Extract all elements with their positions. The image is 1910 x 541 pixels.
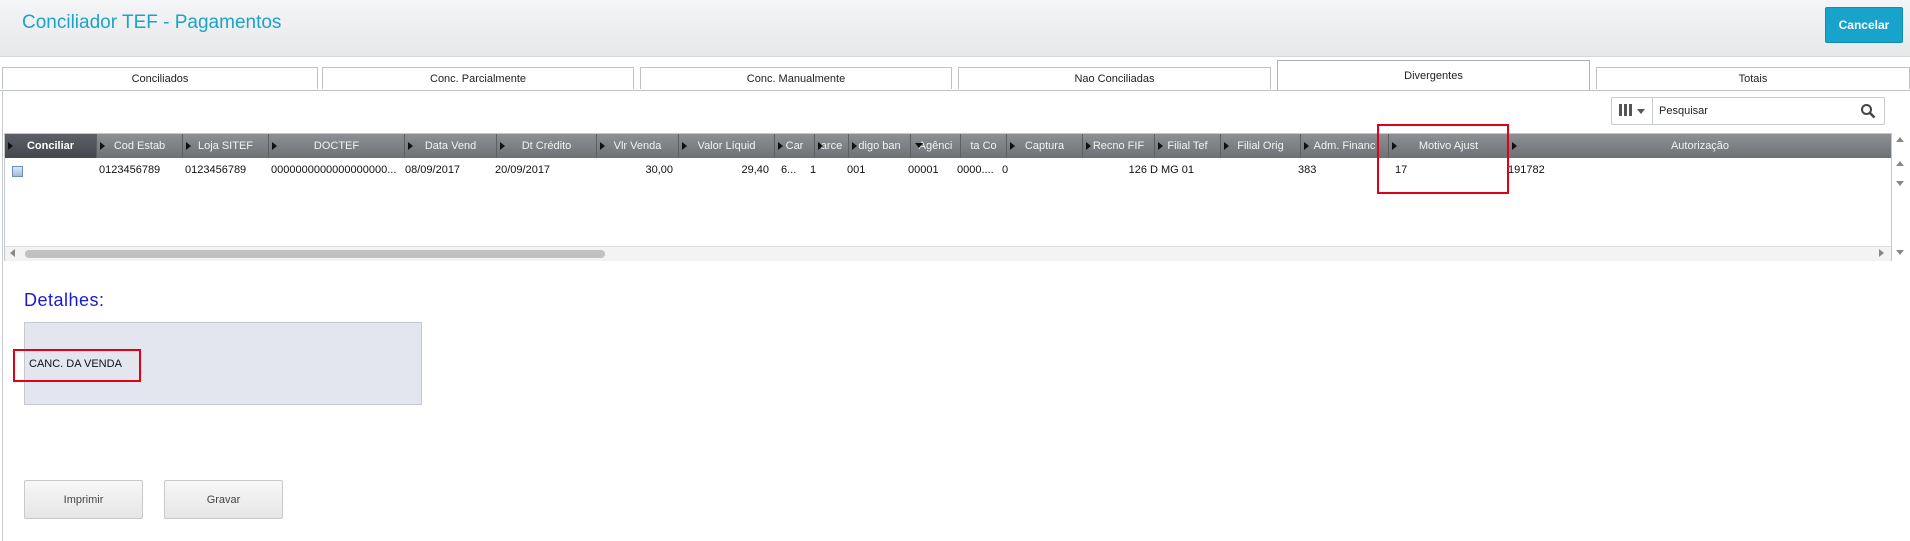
- column-header-filial-orig[interactable]: Filial Orig: [1221, 134, 1301, 158]
- column-menu-icon: [8, 142, 13, 150]
- column-menu-icon: [500, 142, 505, 150]
- scroll-right-icon[interactable]: [1879, 249, 1884, 257]
- column-menu-icon: [818, 142, 823, 150]
- column-menu-icon: [100, 142, 105, 150]
- column-header-dt-credito[interactable]: Dt Crédito: [497, 134, 597, 158]
- columns-toggle-button[interactable]: [1612, 98, 1653, 124]
- cell-data-vend: 08/09/2017: [405, 164, 461, 176]
- cell-captura: 0: [1002, 164, 1009, 176]
- cell-agencia: 00001: [908, 164, 939, 176]
- save-button[interactable]: Gravar: [164, 480, 283, 519]
- cell-codigo-banco: 001: [847, 164, 866, 176]
- cell-autorizacao: 191782: [1508, 164, 1545, 176]
- column-header-doctef[interactable]: DOCTEF: [269, 134, 405, 158]
- search-input[interactable]: Pesquisar: [1659, 105, 1708, 117]
- chevron-down-icon: [1637, 104, 1645, 118]
- cell-parcela: 1: [810, 164, 817, 176]
- tab-nao-conciliadas[interactable]: Nao Conciliadas: [958, 67, 1271, 89]
- cell-valor-liquido: 29,40: [741, 164, 769, 176]
- column-menu-icon: [1010, 142, 1015, 150]
- column-menu-icon: [1224, 142, 1229, 150]
- cell-loja-sitef: 0123456789: [185, 164, 247, 176]
- table-row[interactable]: 0123456789 0123456789 000000000000000000…: [5, 158, 1891, 182]
- cell-doctef: 0000000000000000000...: [271, 164, 397, 176]
- tab-conciliados[interactable]: Conciliados: [2, 67, 318, 89]
- cell-dt-credito: 20/09/2017: [495, 164, 551, 176]
- column-header-conciliar[interactable]: Conciliar: [5, 134, 97, 158]
- column-header-cartao[interactable]: Car: [775, 134, 815, 158]
- scroll-up-icon[interactable]: [1896, 137, 1904, 142]
- column-header-valor-liquido[interactable]: Valor Líquid: [679, 134, 775, 158]
- cell-vlr-venda: 30,00: [645, 164, 673, 176]
- column-menu-icon: [1158, 142, 1163, 150]
- column-header-adm-financ[interactable]: Adm. Financ: [1301, 134, 1389, 158]
- search-icon[interactable]: [1860, 103, 1876, 119]
- column-menu-icon: [852, 142, 857, 150]
- tab-totais[interactable]: Totais: [1596, 67, 1910, 89]
- scroll-down-icon[interactable]: [1896, 250, 1904, 255]
- column-menu-icon: [778, 142, 783, 150]
- print-button[interactable]: Imprimir: [24, 480, 143, 519]
- column-header-autorizacao[interactable]: Autorização: [1509, 134, 1891, 158]
- column-header-filial-tef[interactable]: Filial Tef: [1155, 134, 1221, 158]
- column-menu-icon: [1304, 142, 1309, 150]
- page-title: Conciliador TEF - Pagamentos: [22, 12, 282, 33]
- horizontal-scrollbar[interactable]: [5, 246, 1891, 261]
- highlight-details: [13, 349, 141, 382]
- column-header-loja-sitef[interactable]: Loja SITEF: [183, 134, 269, 158]
- details-title: Detalhes:: [24, 290, 105, 310]
- column-header-codigo-banco[interactable]: digo ban: [849, 134, 911, 158]
- cancel-button[interactable]: Cancelar: [1825, 7, 1903, 43]
- column-menu-icon: [600, 142, 605, 150]
- row-select-checkbox[interactable]: [12, 166, 23, 177]
- tab-bar: Conciliados Conc. Parcialmente Conc. Man…: [0, 60, 1910, 91]
- column-header-cod-estab[interactable]: Cod Estab: [97, 134, 183, 158]
- header-bar: Conciliador TEF - Pagamentos Cancelar: [0, 0, 1910, 57]
- cell-filial-tef: D MG 01: [1150, 164, 1195, 176]
- cell-conta: 0000....: [957, 164, 994, 176]
- column-header-captura[interactable]: Captura: [1007, 134, 1083, 158]
- search-box[interactable]: Pesquisar: [1611, 97, 1885, 125]
- columns-icon: [1619, 103, 1633, 119]
- tab-conc-parcialmente[interactable]: Conc. Parcialmente: [322, 67, 634, 89]
- scrollbar-thumb[interactable]: [25, 250, 605, 258]
- cell-adm-financ: 383: [1298, 164, 1317, 176]
- column-menu-icon: [1512, 142, 1517, 150]
- data-grid: Conciliar Cod Estab Loja SITEF DOCTEF Da…: [4, 133, 1892, 261]
- grid-header: Conciliar Cod Estab Loja SITEF DOCTEF Da…: [5, 134, 1891, 158]
- column-header-parcela[interactable]: arce: [815, 134, 849, 158]
- column-menu-icon: [682, 142, 687, 150]
- column-menu-icon: [272, 142, 277, 150]
- column-header-data-vend[interactable]: Data Vend: [405, 134, 497, 158]
- sort-desc-icon: [915, 143, 923, 148]
- cell-cod-estab: 0123456789: [99, 164, 161, 176]
- grid-vertical-scrollbar[interactable]: [1893, 133, 1907, 261]
- cell-recno-fif: 126: [1128, 164, 1147, 176]
- column-header-agencia[interactable]: Agênci: [911, 134, 961, 158]
- column-header-conta[interactable]: ta Co: [961, 134, 1007, 158]
- column-menu-icon: [1086, 142, 1091, 150]
- scroll-left-icon[interactable]: [10, 249, 15, 257]
- column-menu-icon: [408, 142, 413, 150]
- scroll-top-icon[interactable]: [1896, 161, 1904, 166]
- scroll-bottom-icon[interactable]: [1896, 181, 1904, 186]
- column-header-recno-fif[interactable]: Recno FIF: [1083, 134, 1155, 158]
- column-header-vlr-venda[interactable]: Vlr Venda: [597, 134, 679, 158]
- highlight-motivo-ajust: [1377, 124, 1509, 194]
- tab-divergentes[interactable]: Divergentes: [1277, 60, 1590, 91]
- tab-conc-manualmente[interactable]: Conc. Manualmente: [640, 67, 952, 89]
- cell-cartao: 6...: [781, 164, 797, 176]
- column-menu-icon: [186, 142, 191, 150]
